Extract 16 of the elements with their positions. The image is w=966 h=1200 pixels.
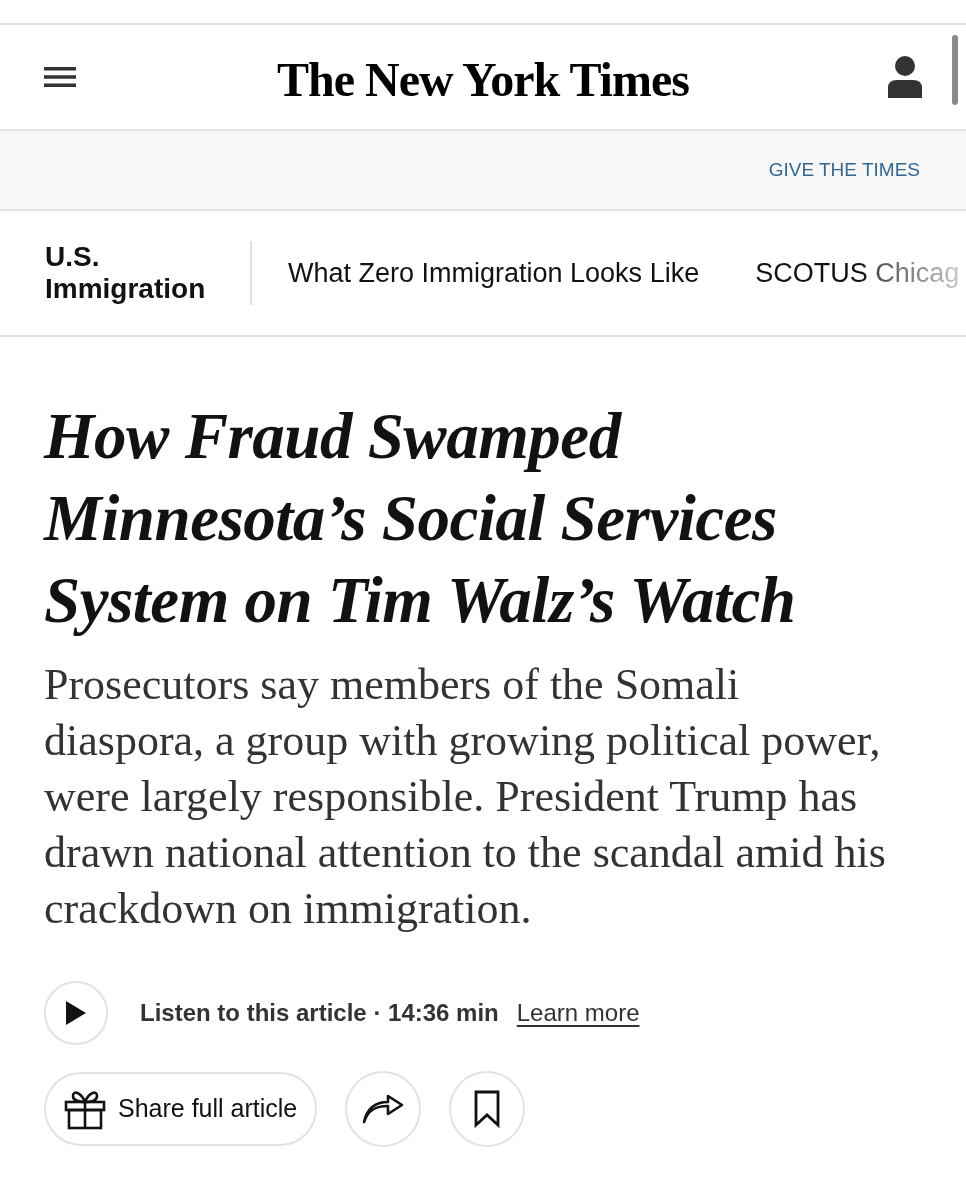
section-label[interactable]: U.S. Immigration xyxy=(45,241,220,305)
listen-label: Listen to this article · 14:36 min xyxy=(140,998,499,1028)
article-summary: Prosecutors say members of the Somali diaspora, a group with growing political power, were largely responsible. President Trump has drawn national attention to the scandal amid his crackdown on immigration. xyxy=(44,659,887,935)
give-the-times-link[interactable]: GIVE THE TIMES xyxy=(768,155,920,185)
topic-nav-link[interactable]: What Zero Immigration Looks Like xyxy=(288,252,700,294)
bookmark-icon xyxy=(474,1090,501,1128)
newspaper-logo[interactable]: The New York Times xyxy=(277,50,689,104)
gift-icon xyxy=(64,1088,106,1130)
scrollbar-thumb xyxy=(952,35,958,105)
share-arrow-icon xyxy=(362,1094,405,1124)
learn-more-link[interactable]: Learn more xyxy=(516,995,640,1031)
share-full-article-button[interactable]: Share full article xyxy=(44,1072,318,1146)
play-icon xyxy=(66,1001,86,1025)
menu-icon[interactable] xyxy=(44,67,76,87)
account-icon[interactable] xyxy=(888,56,922,98)
article-headline: How Fraud Swamped Minnesota’s Social Services System on Tim Walz’s Watch xyxy=(44,399,797,638)
